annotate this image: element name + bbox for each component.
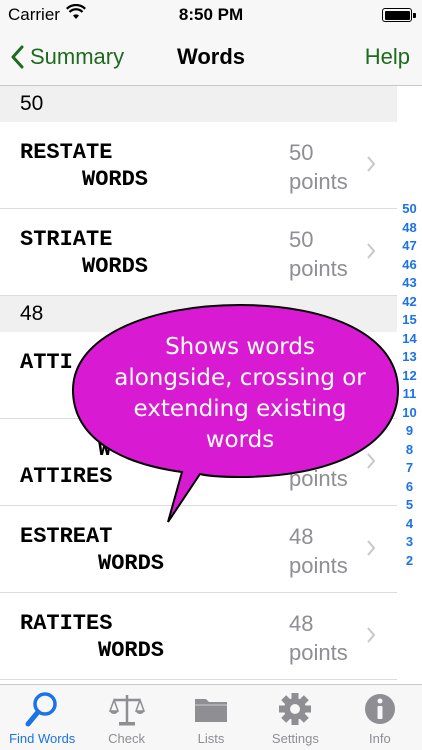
- back-button-label: Summary: [30, 44, 125, 69]
- tab-info[interactable]: Info: [338, 685, 422, 750]
- back-button[interactable]: Summary: [10, 40, 124, 74]
- points-unit: points: [289, 256, 348, 281]
- section-header-48: 48: [0, 296, 397, 332]
- word-sub-label: W: [98, 437, 112, 462]
- word-sub-label: WORDS: [82, 254, 149, 279]
- points-number: 50: [289, 227, 314, 252]
- index-item[interactable]: 15: [397, 311, 422, 330]
- tab-settings[interactable]: Settings: [253, 685, 337, 750]
- index-item[interactable]: 4: [397, 515, 422, 534]
- tab-label: Find Words: [9, 731, 76, 746]
- word-sub-label: WORDS: [98, 551, 165, 576]
- index-item[interactable]: 47: [397, 237, 422, 256]
- tab-label: Info: [368, 731, 391, 746]
- index-item[interactable]: 8: [397, 441, 422, 460]
- word-label: ESTREAT: [20, 524, 113, 549]
- index-item[interactable]: 42: [397, 293, 422, 312]
- word-sub-label: WORDS: [82, 167, 149, 192]
- index-item[interactable]: 11: [397, 385, 422, 404]
- points-value: 48 points: [289, 609, 348, 667]
- points-value: 50 points: [289, 138, 348, 196]
- index-item[interactable]: 7: [397, 459, 422, 478]
- index-item[interactable]: 12: [397, 367, 422, 386]
- index-item[interactable]: 46: [397, 256, 422, 275]
- points-unit: points: [289, 466, 348, 491]
- word-label: STRIATE: [20, 227, 113, 252]
- tab-check[interactable]: Check: [84, 685, 168, 750]
- index-item[interactable]: 2: [397, 552, 422, 571]
- clock: 8:50 PM: [178, 5, 244, 24]
- info-icon: [364, 694, 395, 724]
- chevron-right-icon: [367, 156, 376, 172]
- folder-icon: [195, 699, 228, 722]
- section-index[interactable]: 50 48 47 46 43 42 15 14 13 12 11 10 9 8 …: [397, 200, 422, 570]
- chevron-right-icon: [367, 627, 376, 643]
- index-item[interactable]: 5: [397, 496, 422, 515]
- tab-label: Check: [108, 731, 146, 746]
- index-item[interactable]: 13: [397, 348, 422, 367]
- chevron-right-icon: [367, 243, 376, 259]
- list-item-atti[interactable]: ATTI: [0, 332, 397, 419]
- points-value: 48 points: [289, 522, 348, 580]
- list-item-striate[interactable]: STRIATE WORDS 50 points: [0, 209, 397, 296]
- scales-icon: [108, 695, 145, 726]
- points-unit: points: [289, 169, 348, 194]
- points-number: 48: [289, 524, 314, 549]
- points-value: 50 points: [289, 225, 348, 283]
- points-number: 50: [289, 140, 314, 165]
- word-list[interactable]: 50 RESTATE WORDS 50 points STRIATE WORDS…: [0, 86, 397, 684]
- tab-find-words[interactable]: Find Words: [0, 685, 84, 750]
- tab-label: Lists: [197, 731, 225, 746]
- index-item[interactable]: 6: [397, 478, 422, 497]
- word-sub-label: WORDS: [98, 638, 165, 663]
- points-unit: points: [289, 553, 348, 578]
- list-item-ratites[interactable]: RATITES WORDS 48 points: [0, 593, 397, 680]
- index-item[interactable]: 9: [397, 422, 422, 441]
- tab-lists[interactable]: Lists: [169, 685, 253, 750]
- index-item[interactable]: 10: [397, 404, 422, 423]
- list-item-estreat[interactable]: ESTREAT WORDS 48 points: [0, 506, 397, 593]
- word-label: ATTI: [20, 350, 73, 375]
- chevron-right-icon: [367, 453, 376, 469]
- tab-bar: Find Words Check Lists Settings Info: [0, 684, 422, 750]
- points-value: points: [289, 464, 348, 493]
- word-label: RESTATE: [20, 140, 113, 165]
- word-label: ATTIRES: [20, 464, 113, 489]
- points-unit: points: [289, 640, 348, 665]
- tab-label: Settings: [271, 731, 319, 746]
- help-button[interactable]: Help: [365, 44, 410, 70]
- list-item-restate[interactable]: RESTATE WORDS 50 points: [0, 122, 397, 209]
- status-bar: Carrier 8:50 PM: [0, 0, 422, 30]
- points-number: 48: [289, 611, 314, 636]
- index-item[interactable]: 3: [397, 533, 422, 552]
- index-item[interactable]: 50: [397, 200, 422, 219]
- battery-icon: [382, 8, 416, 22]
- chevron-right-icon: [367, 540, 376, 556]
- index-item[interactable]: 14: [397, 330, 422, 349]
- gear-icon: [279, 693, 312, 725]
- chevron-left-icon: [11, 45, 24, 69]
- index-item[interactable]: 43: [397, 274, 422, 293]
- navigation-bar: Summary Words Help: [0, 30, 422, 86]
- search-icon: [25, 692, 57, 727]
- index-item[interactable]: 48: [397, 219, 422, 238]
- word-label: RATITES: [20, 611, 113, 636]
- section-header-50: 50: [0, 86, 397, 122]
- list-item-attires[interactable]: W ATTIRES points: [0, 419, 397, 506]
